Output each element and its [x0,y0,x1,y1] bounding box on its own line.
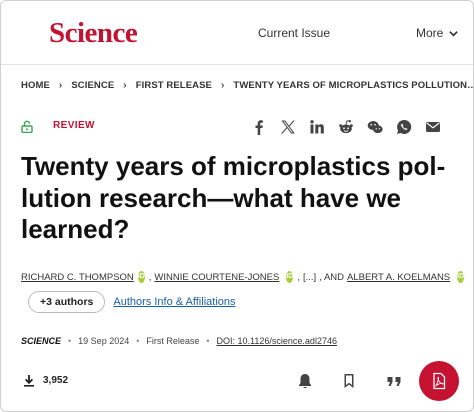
x-icon[interactable] [279,118,296,135]
author-separator: , [148,271,152,283]
site-header: Science Current Issue More [1,1,473,65]
orcid-icon[interactable]: iD [457,271,465,283]
author-link[interactable]: RICHARD C. THOMPSON [21,272,134,283]
article-toolbar: 3,952 [1,361,473,411]
meta-dot: • [136,336,140,346]
share-toolbar [250,118,441,135]
pdf-download-button[interactable] [419,361,459,401]
breadcrumb-science[interactable]: SCIENCE [71,80,114,91]
breadcrumb-current: TWENTY YEARS OF MICROPLASTICS POLLUTION… [233,79,474,91]
author-ellipsis[interactable]: [...] [303,272,316,283]
more-authors-button[interactable]: +3 authors [28,291,106,313]
quote-icon[interactable] [385,372,403,390]
download-count-value: 3,952 [43,375,69,386]
publish-status: First Release [146,336,200,346]
article-title: Twenty years of microplastics pol-lution… [21,151,446,244]
author-list: RICHARD C. THOMPSON iD , WINNIE COURTENE… [21,271,465,283]
more-menu-button[interactable]: More [416,26,459,40]
author-link[interactable]: WINNIE COURTENE-JONES [154,272,279,283]
linkedin-icon[interactable] [308,118,325,135]
unlock-icon [21,120,33,133]
author-actions: +3 authors Authors Info & Affiliations [28,291,236,313]
chevron-down-icon [449,30,459,37]
meta-dot: • [68,336,72,346]
author-link[interactable]: ALBERT A. KOELMANS [347,272,450,283]
download-count: 3,952 [23,374,68,387]
science-logo[interactable]: Science [49,17,138,50]
breadcrumb: HOME › SCIENCE › FIRST RELEASE › TWENTY … [21,78,474,92]
chevron-right-icon: › [58,79,63,91]
whatsapp-icon[interactable] [395,118,412,135]
download-icon [24,375,34,387]
breadcrumb-first-release[interactable]: FIRST RELEASE [136,80,212,91]
chevron-right-icon: › [123,79,127,91]
article-type-row: REVIEW [21,118,455,136]
more-label: More [416,26,444,40]
orcid-icon[interactable]: iD [286,271,294,283]
email-icon[interactable] [424,118,441,135]
journal-name[interactable]: SCIENCE [21,336,61,346]
article-type-label: REVIEW [53,120,95,131]
article-meta: SCIENCE • 19 Sep 2024 • First Release • … [21,336,337,346]
current-issue-link[interactable]: Current Issue [258,26,330,40]
author-and: , AND [319,271,344,283]
publish-date: 19 Sep 2024 [78,336,130,346]
facebook-icon[interactable] [250,118,267,135]
bell-icon[interactable] [296,372,314,390]
chevron-right-icon: › [220,79,225,91]
meta-dot: • [206,336,210,346]
page-frame: Science Current Issue More HOME › SCIENC… [0,0,474,412]
reddit-icon[interactable] [337,118,354,135]
orcid-icon[interactable]: iD [137,271,145,283]
bookmark-icon[interactable] [340,372,358,390]
affiliations-link[interactable]: Authors Info & Affiliations [113,296,235,308]
breadcrumb-home[interactable]: HOME [21,80,50,91]
wechat-icon[interactable] [366,118,383,135]
doi-link[interactable]: DOI: 10.1126/science.adl2746 [217,336,337,346]
pdf-icon [433,372,446,390]
author-separator: , [297,271,300,283]
